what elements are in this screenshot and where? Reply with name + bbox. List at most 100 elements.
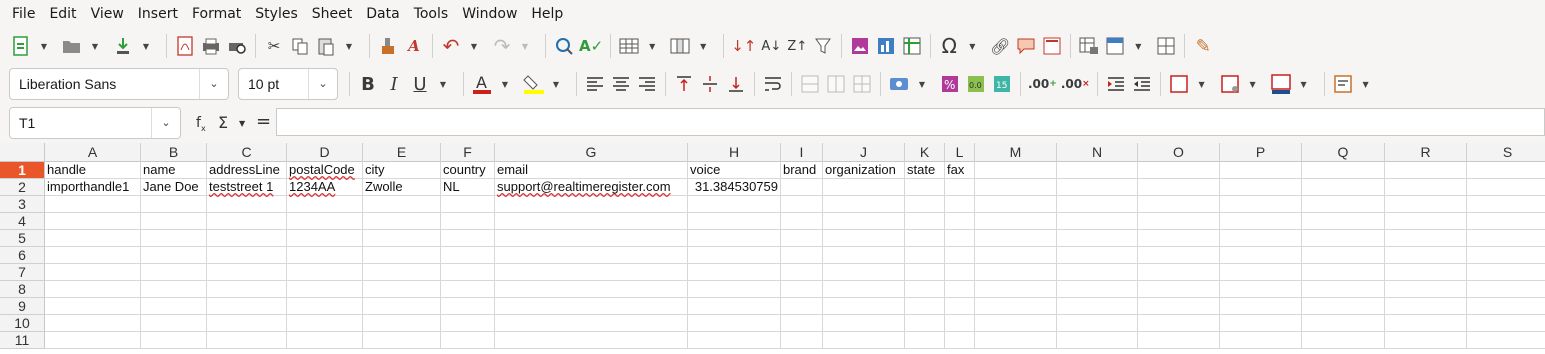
cell-R2[interactable]: [1385, 179, 1467, 196]
cell-N5[interactable]: [1057, 230, 1138, 247]
cell-D5[interactable]: [287, 230, 363, 247]
column-header-Q[interactable]: Q: [1302, 143, 1385, 162]
cell-S9[interactable]: [1467, 298, 1545, 315]
cell-I7[interactable]: [781, 264, 823, 281]
cell-Q10[interactable]: [1302, 315, 1385, 332]
row-header-5[interactable]: 5: [0, 230, 45, 247]
merge-cells-icon[interactable]: [799, 71, 821, 97]
cell-D11[interactable]: [287, 332, 363, 349]
cell-J11[interactable]: [823, 332, 905, 349]
chevron-down-icon[interactable]: ▼: [692, 33, 714, 59]
formula-input[interactable]: [276, 108, 1545, 136]
cell-H9[interactable]: [688, 298, 781, 315]
cell-H11[interactable]: [688, 332, 781, 349]
cell-R1[interactable]: [1385, 162, 1467, 179]
cell-G2[interactable]: support@realtimeregister.com: [495, 179, 688, 196]
cell-B2[interactable]: Jane Doe: [141, 179, 207, 196]
cell-L1[interactable]: fax: [945, 162, 975, 179]
font-name-value[interactable]: Liberation Sans: [10, 76, 199, 92]
cell-O10[interactable]: [1138, 315, 1220, 332]
cell-I5[interactable]: [781, 230, 823, 247]
column-header-I[interactable]: I: [781, 143, 823, 162]
select-all-corner[interactable]: [0, 143, 45, 162]
decrease-indent-icon[interactable]: [1131, 71, 1153, 97]
cell-D9[interactable]: [287, 298, 363, 315]
column-header-J[interactable]: J: [823, 143, 905, 162]
spreadsheet-grid[interactable]: ABCDEFGHIJKLMNOPQRS 1 2 3 4 5 6 7 8 9 10 11 handle…: [0, 143, 1545, 354]
sort-descending-icon[interactable]: Z↑: [786, 33, 808, 59]
row-header-4[interactable]: 4: [0, 213, 45, 230]
column-header-N[interactable]: N: [1057, 143, 1138, 162]
cell-Q9[interactable]: [1302, 298, 1385, 315]
add-decimal-place-icon[interactable]: .00 +: [1028, 71, 1057, 97]
cell-F10[interactable]: [441, 315, 495, 332]
cell-L4[interactable]: [945, 213, 975, 230]
cell-R4[interactable]: [1385, 213, 1467, 230]
cell-K7[interactable]: [905, 264, 945, 281]
freeze-rows-columns-icon[interactable]: [1104, 33, 1126, 59]
cell-S2[interactable]: [1467, 179, 1545, 196]
cell-Q3[interactable]: [1302, 196, 1385, 213]
bold-icon[interactable]: B: [357, 71, 379, 97]
cell-E11[interactable]: [363, 332, 441, 349]
cell-S1[interactable]: [1467, 162, 1545, 179]
menu-data[interactable]: Data: [359, 0, 406, 28]
menu-sheet[interactable]: Sheet: [305, 0, 359, 28]
cell-F1[interactable]: country: [441, 162, 495, 179]
cell-M4[interactable]: [975, 213, 1057, 230]
cell-K8[interactable]: [905, 281, 945, 298]
cell-E10[interactable]: [363, 315, 441, 332]
cell-D10[interactable]: [287, 315, 363, 332]
cell-E5[interactable]: [363, 230, 441, 247]
cell-M10[interactable]: [975, 315, 1057, 332]
column-header-C[interactable]: C: [207, 143, 287, 162]
delete-decimal-place-icon[interactable]: .00 ×: [1061, 71, 1090, 97]
cell-D2[interactable]: 1234AA: [287, 179, 363, 196]
date-format-icon[interactable]: 15: [991, 71, 1013, 97]
menu-window[interactable]: Window: [455, 0, 524, 28]
cell-N2[interactable]: [1057, 179, 1138, 196]
cell-A3[interactable]: [45, 196, 141, 213]
cell-S6[interactable]: [1467, 247, 1545, 264]
formula-icon[interactable]: =: [256, 111, 271, 132]
menu-format[interactable]: Format: [185, 0, 248, 28]
cell-B11[interactable]: [141, 332, 207, 349]
cell-C7[interactable]: [207, 264, 287, 281]
cell-E8[interactable]: [363, 281, 441, 298]
cell-H5[interactable]: [688, 230, 781, 247]
copy-icon[interactable]: [289, 33, 311, 59]
autofilter-icon[interactable]: [812, 33, 834, 59]
cell-M3[interactable]: [975, 196, 1057, 213]
cell-L11[interactable]: [945, 332, 975, 349]
cell-I4[interactable]: [781, 213, 823, 230]
image-icon[interactable]: [849, 33, 871, 59]
menu-styles[interactable]: Styles: [248, 0, 304, 28]
cell-L6[interactable]: [945, 247, 975, 264]
cell-M5[interactable]: [975, 230, 1057, 247]
cell-B6[interactable]: [141, 247, 207, 264]
row-header-11[interactable]: 11: [0, 332, 45, 349]
chevron-down-icon[interactable]: ▼: [1293, 71, 1315, 97]
headers-footers-icon[interactable]: [1041, 33, 1063, 59]
cell-O5[interactable]: [1138, 230, 1220, 247]
cell-O11[interactable]: [1138, 332, 1220, 349]
cell-N6[interactable]: [1057, 247, 1138, 264]
cell-G4[interactable]: [495, 213, 688, 230]
cell-Q11[interactable]: [1302, 332, 1385, 349]
cell-N10[interactable]: [1057, 315, 1138, 332]
cell-D8[interactable]: [287, 281, 363, 298]
cell-I10[interactable]: [781, 315, 823, 332]
cell-S3[interactable]: [1467, 196, 1545, 213]
cell-F6[interactable]: [441, 247, 495, 264]
cell-P11[interactable]: [1220, 332, 1302, 349]
cell-E3[interactable]: [363, 196, 441, 213]
cell-C1[interactable]: addressLine: [207, 162, 287, 179]
cell-D3[interactable]: [287, 196, 363, 213]
chevron-down-icon[interactable]: ▼: [463, 33, 485, 59]
cell-J3[interactable]: [823, 196, 905, 213]
cell-L5[interactable]: [945, 230, 975, 247]
cell-N8[interactable]: [1057, 281, 1138, 298]
percent-format-icon[interactable]: %: [939, 71, 961, 97]
unmerge-cells-icon[interactable]: [851, 71, 873, 97]
align-center-icon[interactable]: [610, 71, 632, 97]
